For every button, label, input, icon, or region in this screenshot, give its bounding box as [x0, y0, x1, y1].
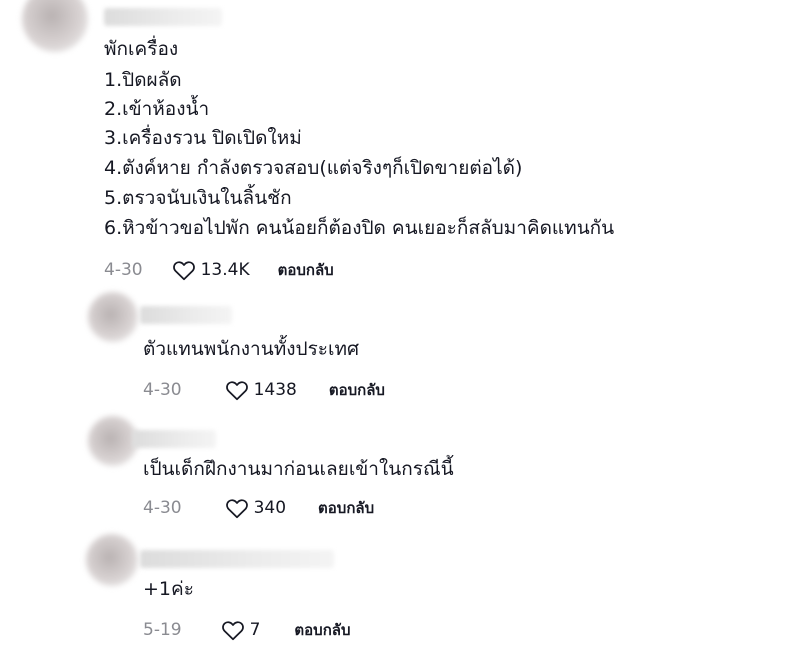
- avatar[interactable]: [88, 416, 138, 466]
- username-blurred[interactable]: [140, 550, 334, 568]
- like-count: 7: [249, 620, 261, 640]
- avatar[interactable]: [22, 0, 88, 52]
- comment-text-line: 5.ตรวจนับเงินในลิ้นชัก: [104, 187, 292, 209]
- avatar[interactable]: [86, 534, 138, 586]
- comment-text-line: 3.เครื่องรวน ปิดเปิดใหม่: [104, 127, 302, 149]
- comment-date: 4-30: [143, 498, 182, 518]
- comment-date: 5-19: [143, 620, 182, 640]
- comment-meta: 4-30 13.4K ตอบกลับ: [104, 257, 334, 283]
- reply-button[interactable]: ตอบกลับ: [294, 618, 350, 642]
- reply-button[interactable]: ตอบกลับ: [318, 496, 374, 520]
- heart-outline-icon: [225, 381, 248, 401]
- comment-text-line: 2.เข้าห้องน้ำ: [104, 98, 210, 120]
- username-blurred[interactable]: [104, 8, 222, 26]
- reply-button[interactable]: ตอบกลับ: [278, 258, 334, 282]
- like-count: 1438: [253, 380, 297, 400]
- comment-text-line: ตัวแทนพนักงานทั้งประเทศ: [143, 338, 360, 360]
- reply-button[interactable]: ตอบกลับ: [329, 378, 385, 402]
- comment-text-line: +1ค่ะ: [143, 578, 194, 600]
- comment-date: 4-30: [104, 260, 143, 280]
- comment-text-line: 6.หิวข้าวขอไปพัก คนน้อยก็ต้องปิด คนเยอะก…: [104, 217, 615, 239]
- username-blurred[interactable]: [140, 306, 232, 324]
- comment-meta: 4-30 340 ตอบกลับ: [143, 495, 374, 521]
- like-count: 340: [253, 498, 287, 518]
- comment-meta: 4-30 1438 ตอบกลับ: [143, 377, 385, 403]
- heart-outline-icon: [225, 499, 248, 519]
- like-count: 13.4K: [200, 260, 250, 280]
- username-blurred[interactable]: [132, 430, 216, 448]
- like-button[interactable]: 13.4K: [171, 257, 250, 283]
- comment-text-line: เป็นเด็กฝึกงานมาก่อนเลยเข้าในกรณีนี้: [143, 458, 454, 480]
- comment-text-line: 4.ตังค์หาย กำลังตรวจสอบ(แต่จริงๆก็เปิดขา…: [104, 157, 523, 179]
- comment-text-line: 1.ปิดผลัด: [104, 69, 182, 91]
- like-button[interactable]: 1438: [224, 377, 297, 403]
- like-button[interactable]: 340: [224, 495, 286, 521]
- comment-meta: 5-19 7 ตอบกลับ: [143, 617, 351, 643]
- comment-date: 4-30: [143, 380, 182, 400]
- heart-outline-icon: [172, 261, 195, 281]
- avatar[interactable]: [88, 292, 138, 342]
- heart-outline-icon: [221, 621, 244, 641]
- comment-text-line: พักเครื่อง: [104, 38, 179, 60]
- like-button[interactable]: 7: [220, 617, 261, 643]
